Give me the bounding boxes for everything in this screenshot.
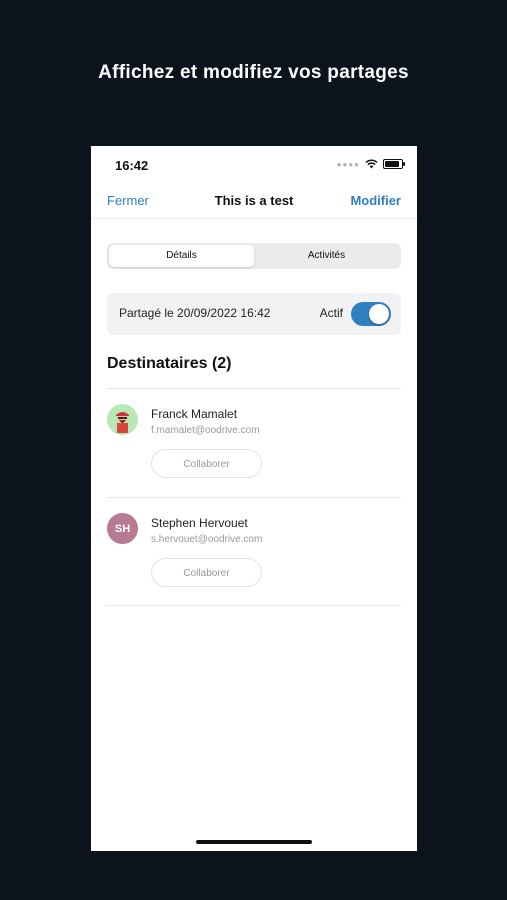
tab-activities[interactable]: Activités — [254, 245, 399, 267]
toggle-knob — [369, 304, 389, 324]
divider — [107, 388, 401, 389]
shared-date-text: Partagé le 20/09/2022 16:42 — [119, 306, 271, 320]
divider — [107, 605, 401, 606]
divider — [107, 497, 401, 498]
recipient-name: Stephen Hervouet — [151, 516, 248, 530]
tab-details[interactable]: Détails — [109, 245, 254, 267]
navigation-bar: Fermer This is a test Modifier — [91, 184, 417, 219]
wifi-icon — [365, 159, 378, 169]
status-time: 16:42 — [115, 158, 149, 173]
recipients-title: Destinataires (2) — [107, 355, 232, 372]
recipient-name: Franck Mamalet — [151, 407, 238, 421]
recipient-email: s.hervouet@oodrive.com — [151, 534, 263, 545]
status-icons: ●●●● — [336, 159, 405, 169]
avatar — [107, 404, 138, 435]
segmented-control: Détails Activités — [107, 243, 401, 269]
status-bar: 16:42 ●●●● — [91, 146, 417, 184]
page-headline: Affichez et modifiez vos partages — [98, 62, 409, 83]
signal-icon: ●●●● — [336, 159, 360, 169]
collaborate-button[interactable]: Collaborer — [151, 558, 262, 587]
avatar: SH — [107, 513, 138, 544]
active-label: Actif — [319, 306, 343, 320]
person-avatar-icon — [116, 412, 129, 433]
recipient-item: Franck Mamalet f.mamalet@oodrive.com Col… — [91, 390, 417, 490]
recipient-item: SH Stephen Hervouet s.hervouet@oodrive.c… — [91, 499, 417, 599]
phone-screen: 16:42 ●●●● Fermer This is a test Modifie… — [91, 146, 417, 851]
recipient-email: f.mamalet@oodrive.com — [151, 425, 260, 436]
collaborate-button[interactable]: Collaborer — [151, 449, 262, 478]
home-indicator[interactable] — [196, 840, 312, 844]
edit-button[interactable]: Modifier — [350, 193, 401, 208]
battery-icon — [383, 159, 405, 169]
share-info-card: Partagé le 20/09/2022 16:42 Actif — [107, 293, 401, 335]
active-toggle[interactable] — [351, 302, 391, 326]
